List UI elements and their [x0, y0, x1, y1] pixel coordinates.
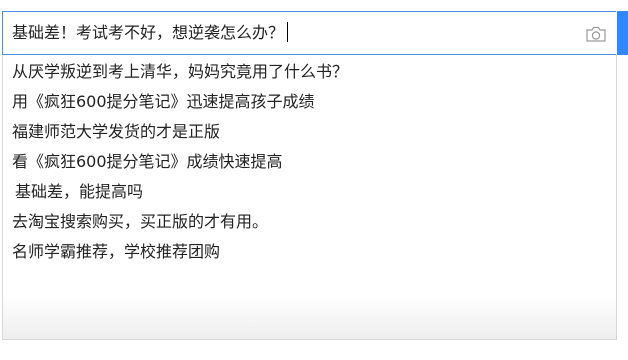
suggestion-item[interactable]: 用《疯狂600提分笔记》迅速提高孩子成绩 — [12, 92, 348, 122]
suggestion-item[interactable]: 看《疯狂600提分笔记》成绩快速提高 — [12, 152, 348, 182]
camera-icon[interactable] — [585, 24, 607, 44]
search-widget: 基础差！考试考不好，想逆袭怎么办？ 从厌学叛逆到考上清华，妈妈究竟用了什么书？ … — [0, 0, 628, 360]
search-query[interactable]: 基础差！考试考不好，想逆袭怎么办？ — [12, 22, 289, 44]
suggestion-item[interactable]: 福建师范大学发货的才是正版 — [12, 122, 348, 152]
suggestion-list: 从厌学叛逆到考上清华，妈妈究竟用了什么书？ 用《疯狂600提分笔记》迅速提高孩子… — [12, 62, 348, 272]
suggestion-item[interactable]: 去淘宝搜索购买，买正版的才有用。 — [12, 212, 348, 242]
suggestion-item[interactable]: 名师学霸推荐，学校推荐团购 — [12, 242, 348, 272]
search-button[interactable] — [617, 11, 628, 55]
suggestion-item[interactable]: 基础差，能提高吗 — [12, 182, 348, 212]
text-caret — [287, 22, 289, 42]
suggestion-dropdown: 从厌学叛逆到考上清华，妈妈究竟用了什么书？ 用《疯狂600提分笔记》迅速提高孩子… — [2, 55, 617, 340]
suggestion-item[interactable]: 从厌学叛逆到考上清华，妈妈究竟用了什么书？ — [12, 62, 348, 92]
search-input[interactable]: 基础差！考试考不好，想逆袭怎么办？ — [2, 11, 616, 55]
